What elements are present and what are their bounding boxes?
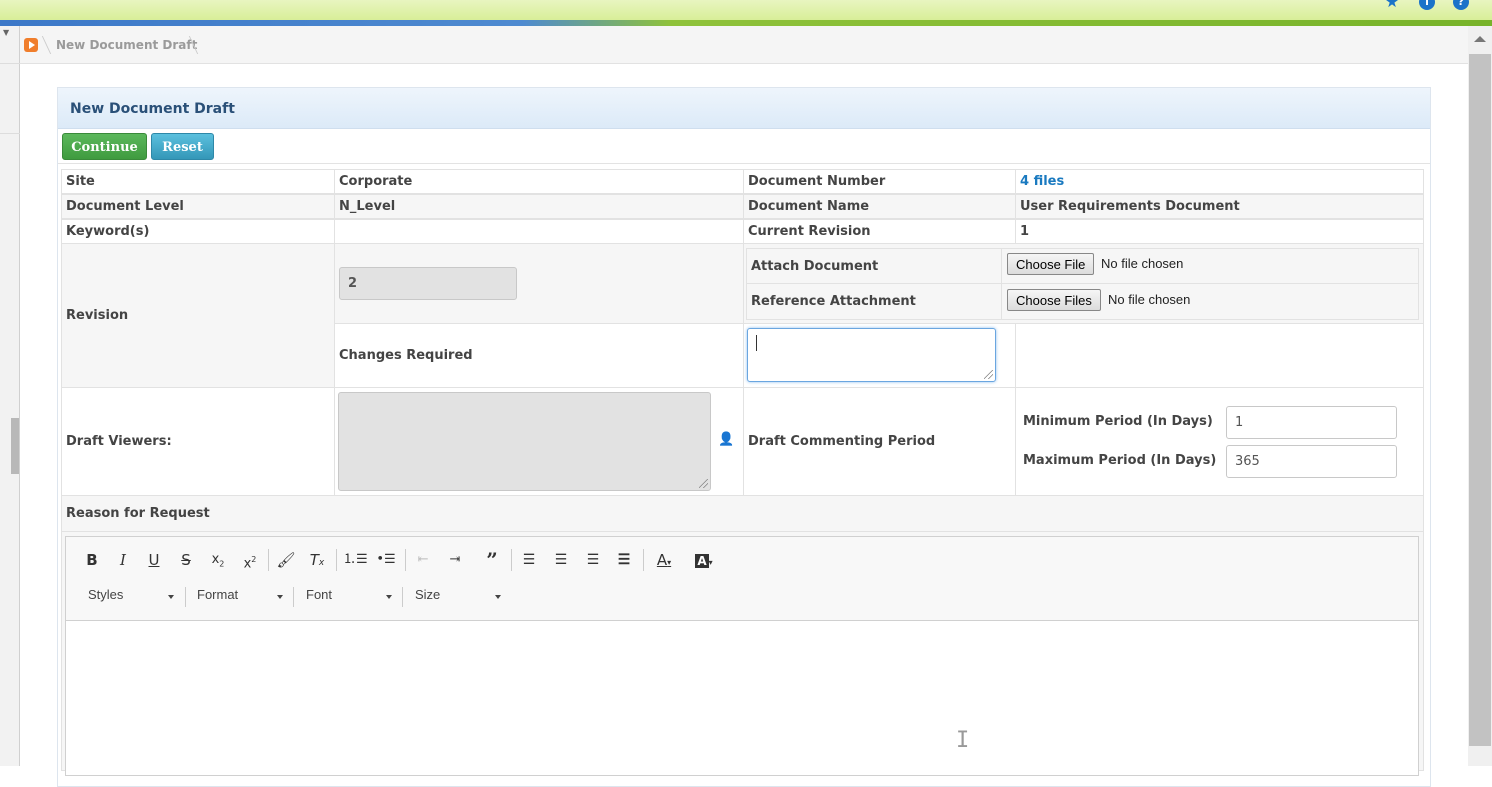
panel-title: New Document Draft (58, 88, 1430, 129)
dropdown-caret-icon (168, 595, 174, 599)
align-right-icon[interactable]: ☰ (582, 549, 604, 571)
background-color-icon[interactable]: A ▾ (690, 549, 718, 571)
commenting-period-cell (1015, 387, 1424, 496)
star-icon[interactable]: ★ (1384, 0, 1400, 10)
bulleted-list-icon[interactable]: •☰ (375, 549, 397, 571)
info-icon[interactable]: i (1419, 0, 1435, 10)
draft-commenting-period-label: Draft Commenting Period (743, 387, 1016, 496)
document-name-value: User Requirements Document (1015, 194, 1424, 219)
site-label: Site (61, 169, 335, 194)
scroll-up-icon[interactable] (1474, 36, 1486, 42)
italic-icon[interactable]: I (113, 549, 133, 571)
toolbar-separator (185, 587, 186, 607)
min-period-label: Minimum Period (In Days) (1023, 414, 1213, 429)
max-period-input[interactable]: 365 (1226, 445, 1397, 478)
superscript-icon[interactable]: x2 (239, 549, 261, 571)
breadcrumb-current[interactable]: New Document Draft (56, 38, 197, 52)
revision-cell: 2 (334, 243, 744, 324)
document-number-link[interactable]: 4 files (1015, 169, 1424, 194)
toolbar-separator (268, 549, 269, 571)
format-label: Format (197, 587, 239, 602)
document-number-label: Document Number (743, 169, 1016, 194)
current-revision-label: Current Revision (743, 219, 1016, 244)
document-level-label: Document Level (61, 194, 335, 219)
decrease-indent-icon[interactable]: ⇤ (412, 549, 434, 571)
keywords-value (334, 219, 744, 244)
text-cursor (756, 335, 757, 351)
editor-toolbar: B I U S x2 x2 🖌 Tx ⒈☰ •☰ ⇤ ⇥ ” ☰ ☰ ☰ ☰ A… (66, 537, 1418, 621)
sidebar-scroll-thumb[interactable] (11, 418, 19, 474)
dropdown-caret-icon (386, 595, 392, 599)
numbered-list-icon[interactable]: ⒈☰ (343, 549, 368, 571)
sidebar-divider (0, 133, 20, 134)
document-name-label: Document Name (743, 194, 1016, 219)
styles-label: Styles (88, 587, 124, 602)
mouse-ibeam-cursor: I (956, 728, 970, 753)
attach-document-label: Attach Document (746, 248, 1015, 284)
subscript-icon[interactable]: x2 (207, 549, 229, 571)
dropdown-caret-icon (277, 595, 283, 599)
sidebar-divider (0, 63, 20, 64)
site-value: Corporate (334, 169, 744, 194)
underline-icon[interactable]: U (144, 549, 164, 571)
document-level-value: N_Level (334, 194, 744, 219)
strikethrough-icon[interactable]: S (176, 549, 196, 571)
revision-input[interactable]: 2 (339, 267, 517, 300)
bold-icon[interactable]: B (82, 549, 102, 571)
font-label: Font (306, 587, 333, 602)
editor-content-area[interactable] (66, 621, 1418, 775)
reset-button[interactable]: Reset (151, 133, 214, 160)
blockquote-icon[interactable]: ” (481, 549, 503, 571)
revision-label: Revision (61, 243, 335, 388)
changes-required-textarea[interactable] (747, 328, 996, 382)
keywords-label: Keyword(s) (61, 219, 335, 244)
toolbar-separator (402, 587, 403, 607)
attach-file-status: No file chosen (1101, 256, 1184, 271)
toolbar-separator (643, 549, 644, 571)
align-left-icon[interactable]: ☰ (518, 549, 540, 571)
left-collapsed-sidebar[interactable]: ▼ (0, 26, 20, 766)
toolbar-separator (293, 587, 294, 607)
max-period-label: Maximum Period (In Days) (1023, 453, 1217, 468)
increase-indent-icon[interactable]: ⇥ (444, 549, 466, 571)
toolbar-separator (511, 549, 512, 571)
remove-format-icon[interactable]: Tx (306, 549, 328, 571)
rich-text-editor[interactable]: B I U S x2 x2 🖌 Tx ⒈☰ •☰ ⇤ ⇥ ” ☰ ☰ ☰ ☰ A… (65, 536, 1419, 776)
font-dropdown[interactable]: Font (306, 587, 392, 607)
size-label: Size (415, 587, 441, 602)
text-color-icon[interactable]: A▾ (650, 549, 678, 571)
reason-for-request-label: Reason for Request (61, 495, 1424, 532)
draft-viewers-label: Draft Viewers: (61, 387, 335, 496)
collapse-arrow-icon[interactable]: ▼ (3, 28, 9, 37)
resize-handle-icon[interactable] (984, 370, 993, 379)
choose-files-button[interactable]: Choose Files (1007, 289, 1101, 311)
reference-attachment-label: Reference Attachment (746, 283, 1015, 320)
scroll-thumb[interactable] (1469, 54, 1491, 746)
justify-icon[interactable]: ☰ (613, 549, 635, 571)
resize-handle-icon[interactable] (699, 479, 708, 488)
draft-viewers-textarea[interactable] (338, 392, 711, 491)
continue-button[interactable]: Continue (62, 133, 147, 160)
top-bar: ★ i ? (0, 0, 1492, 20)
breadcrumb: New Document Draft (20, 26, 1468, 64)
action-bar: Continue Reset (58, 129, 1430, 164)
copy-format-icon[interactable]: 🖌 (275, 549, 297, 571)
help-icon[interactable]: ? (1453, 0, 1469, 10)
toolbar-separator (405, 549, 406, 571)
size-dropdown[interactable]: Size (415, 587, 501, 607)
user-picker-icon[interactable]: 👤 (718, 432, 734, 447)
changes-required-label: Changes Required (334, 323, 744, 388)
min-period-input[interactable]: 1 (1226, 406, 1397, 439)
styles-dropdown[interactable]: Styles (88, 587, 174, 607)
reference-file-status: No file chosen (1108, 292, 1191, 307)
choose-file-button[interactable]: Choose File (1007, 253, 1095, 275)
toolbar-separator (336, 549, 337, 571)
dropdown-caret-icon (495, 595, 501, 599)
align-center-icon[interactable]: ☰ (550, 549, 572, 571)
current-revision-value: 1 (1015, 219, 1424, 244)
changes-required-empty (1015, 323, 1424, 388)
page-scrollbar[interactable] (1468, 26, 1492, 766)
format-dropdown[interactable]: Format (197, 587, 283, 607)
